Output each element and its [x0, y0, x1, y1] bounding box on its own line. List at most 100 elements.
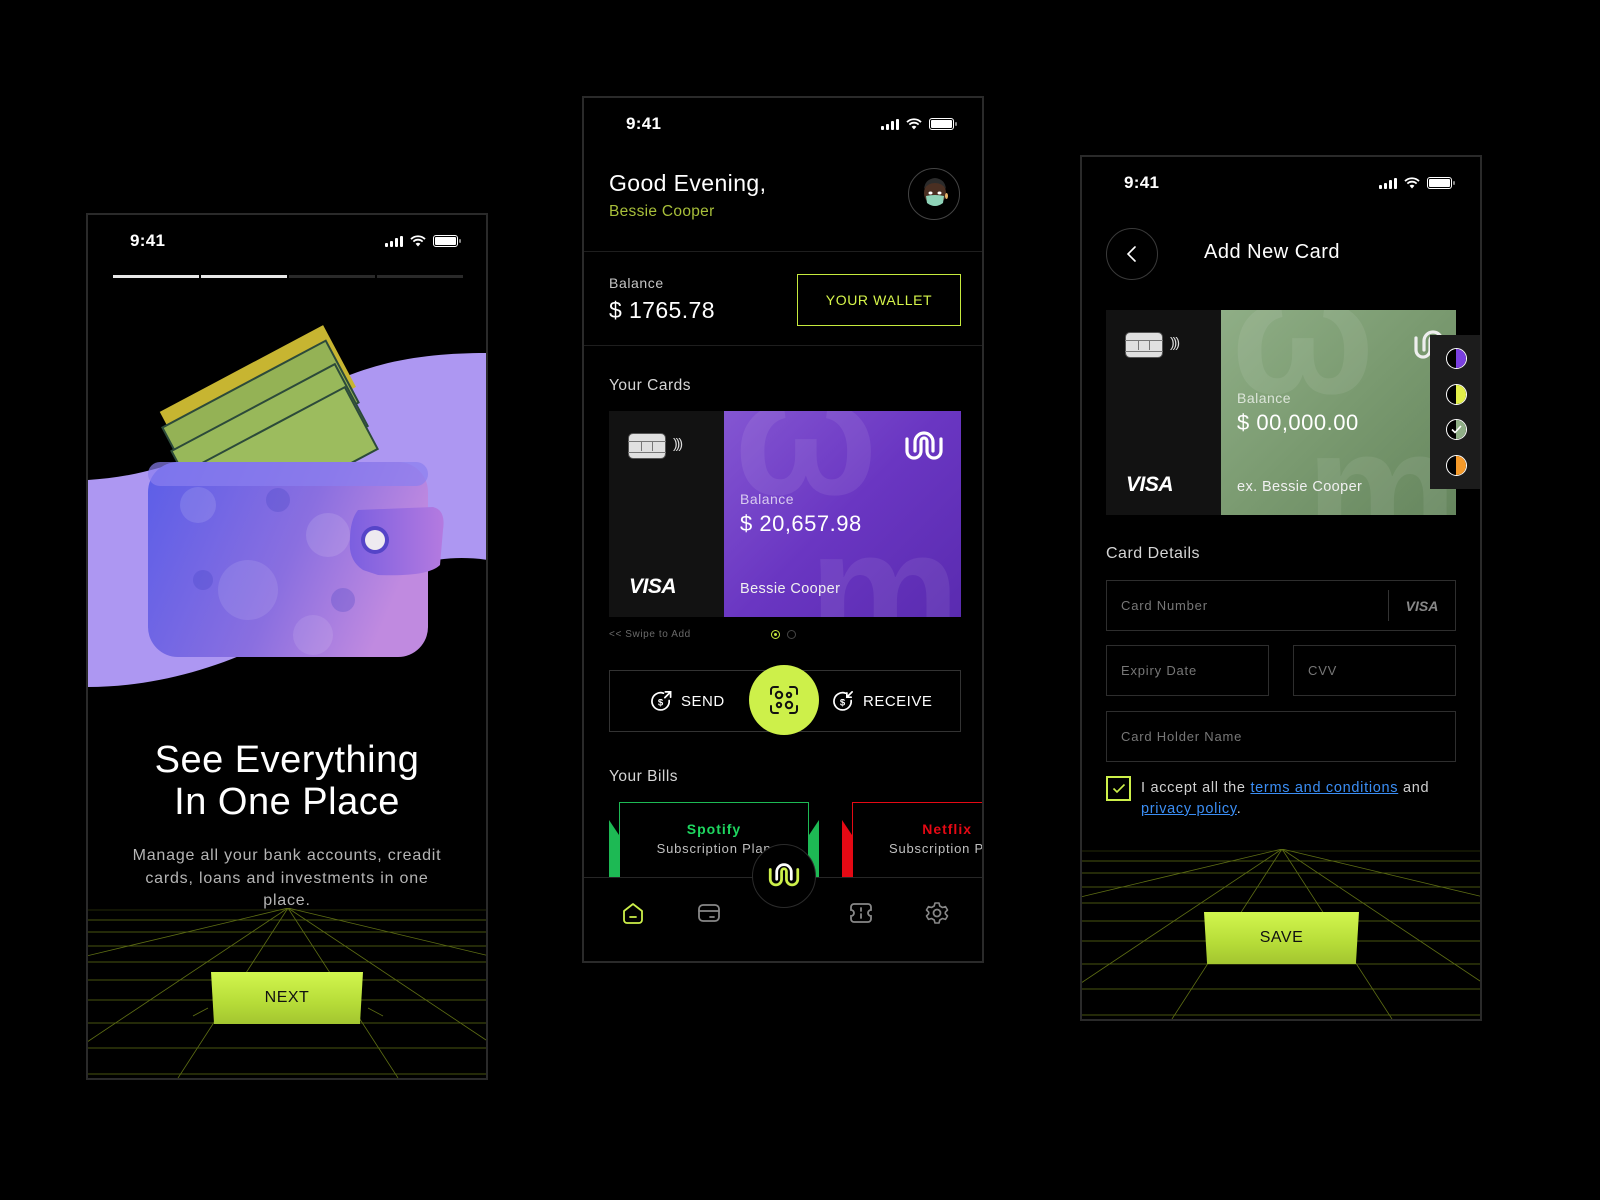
- cvv-field[interactable]: [1293, 645, 1456, 696]
- tab-settings[interactable]: [924, 900, 950, 926]
- chip-icon: [628, 433, 666, 459]
- progress-step: [201, 275, 287, 278]
- save-button[interactable]: SAVE: [1204, 912, 1359, 964]
- svg-text:$: $: [840, 697, 846, 708]
- chip-icon: [1125, 332, 1163, 358]
- center-home-button[interactable]: [752, 844, 816, 908]
- progress-step: [113, 275, 199, 278]
- wallet-illustration: [88, 325, 486, 687]
- onboarding-headline: See Everything In One Place: [88, 739, 486, 823]
- bill-card-netflix[interactable]: Netflix Subscription Plan: [842, 802, 984, 880]
- greeting: Good Evening,: [609, 170, 767, 196]
- card-number-input[interactable]: [1107, 581, 1388, 630]
- signal-icon: [1379, 177, 1397, 189]
- user-name: Bessie Cooper: [609, 203, 715, 220]
- onboarding-screen: 9:41 See Everything In One Place Manage …: [86, 213, 488, 1080]
- contactless-icon: ))): [673, 435, 683, 451]
- headline-line-1: See Everything: [154, 739, 420, 781]
- signal-icon: [385, 235, 403, 247]
- terms-middle: and: [1398, 780, 1430, 796]
- color-swatch-yellow[interactable]: [1445, 383, 1467, 405]
- contactless-icon: ))): [1170, 334, 1180, 350]
- terms-link[interactable]: terms and conditions: [1250, 780, 1398, 796]
- card-network: VISA: [629, 575, 677, 598]
- onboarding-description: Manage all your bank accounts, creadit c…: [132, 847, 442, 909]
- terms-checkbox[interactable]: [1106, 776, 1131, 801]
- bill-name: Netflix: [922, 821, 972, 837]
- send-money-icon: $: [651, 690, 672, 711]
- page-title: Add New Card: [1204, 241, 1341, 263]
- progress-step: [377, 275, 463, 278]
- avatar[interactable]: [908, 168, 960, 220]
- receive-money-icon: $: [833, 690, 853, 711]
- card-holder-field[interactable]: [1106, 711, 1456, 762]
- battery-icon: [1427, 177, 1455, 189]
- scan-icon: [770, 686, 798, 714]
- expiry-date-input[interactable]: [1107, 646, 1268, 695]
- terms-suffix: .: [1236, 801, 1242, 817]
- status-bar: 9:41: [88, 215, 486, 269]
- pager-dot[interactable]: [787, 630, 796, 639]
- terms-text: I accept all the terms and conditions an…: [1141, 778, 1461, 820]
- card-network: VISA: [1126, 473, 1174, 496]
- status-time: 9:41: [626, 114, 662, 133]
- balance-label: Balance: [609, 275, 664, 291]
- your-wallet-button[interactable]: YOUR WALLET: [797, 274, 961, 326]
- card-brand-badge: VISA: [1405, 597, 1439, 614]
- card-balance-label: Balance: [740, 491, 795, 507]
- pager-dot-active[interactable]: [771, 630, 780, 639]
- card-preview: ))) VISA ω m Balance $ 00,000.00 ex. Bes…: [1106, 310, 1456, 515]
- send-button[interactable]: $ SEND: [650, 671, 725, 731]
- balance-value: $ 1765.78: [609, 297, 715, 323]
- divider: [584, 251, 982, 252]
- bill-plan: Subscription Plan: [889, 841, 984, 856]
- status-bar: 9:41: [584, 98, 982, 152]
- credit-card[interactable]: ))) VISA ω m Balance $ 20,657.98 Bessie …: [609, 411, 961, 617]
- tab-cards[interactable]: [696, 900, 722, 926]
- card-pager: [771, 630, 796, 639]
- battery-icon: [929, 118, 957, 130]
- color-swatch-orange[interactable]: [1445, 454, 1467, 476]
- status-time: 9:41: [130, 231, 166, 250]
- receive-label: RECEIVE: [863, 692, 933, 710]
- card-color-picker: [1430, 335, 1480, 489]
- scan-qr-button[interactable]: [749, 665, 819, 735]
- cvv-input[interactable]: [1294, 646, 1455, 695]
- send-label: SEND: [681, 692, 725, 710]
- status-bar: 9:41: [1082, 157, 1480, 211]
- receive-button[interactable]: $ RECEIVE: [832, 671, 932, 731]
- tab-vouchers[interactable]: [848, 900, 874, 926]
- color-swatch-green-selected[interactable]: [1445, 419, 1467, 441]
- card-balance-value: $ 20,657.98: [740, 511, 862, 536]
- color-swatch-purple[interactable]: [1445, 348, 1467, 370]
- next-button[interactable]: NEXT: [211, 972, 363, 1024]
- bill-tab: [842, 820, 852, 880]
- back-button[interactable]: [1106, 228, 1158, 280]
- expiry-date-field[interactable]: [1106, 645, 1269, 696]
- tab-home[interactable]: [620, 900, 646, 926]
- card-balance-label: Balance: [1237, 390, 1292, 406]
- card-balance-value: $ 00,000.00: [1237, 410, 1359, 435]
- brand-logo-icon: [905, 431, 943, 460]
- card-holder-input[interactable]: [1107, 712, 1455, 761]
- wifi-icon: [410, 235, 426, 247]
- divider: [584, 345, 982, 346]
- swipe-hint[interactable]: << Swipe to Add: [609, 629, 691, 640]
- signal-icon: [881, 118, 899, 130]
- card-holder-name: Bessie Cooper: [740, 581, 841, 597]
- check-icon: [1450, 425, 1462, 434]
- card-number-field[interactable]: VISA: [1106, 580, 1456, 631]
- check-icon: [1112, 783, 1125, 794]
- brand-logo-icon: [768, 863, 800, 887]
- privacy-link[interactable]: privacy policy: [1141, 801, 1237, 817]
- your-bills-heading: Your Bills: [609, 768, 679, 785]
- your-cards-heading: Your Cards: [609, 377, 691, 394]
- onboarding-progress: [113, 275, 463, 278]
- memoji-avatar-icon: [924, 178, 948, 206]
- add-card-screen: 9:41 Add New Card ))) VISA ω m Balance $…: [1080, 155, 1482, 1021]
- terms-prefix: I accept all the: [1141, 780, 1251, 796]
- chevron-left-icon: [1126, 246, 1136, 262]
- headline-line-2: In One Place: [174, 781, 400, 823]
- card-details-heading: Card Details: [1106, 545, 1201, 562]
- svg-text:$: $: [658, 697, 664, 708]
